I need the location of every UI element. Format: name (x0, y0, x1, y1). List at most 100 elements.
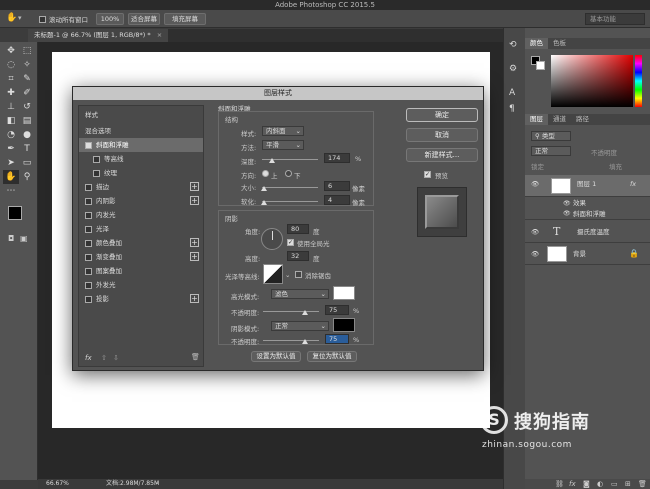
highlight-mode-select[interactable]: 滤色 ⌄ (271, 289, 329, 299)
angle-input[interactable]: 80 (287, 224, 309, 234)
new-layer-icon[interactable]: ⊞ (625, 479, 631, 489)
fx-menu-icon[interactable]: fx (85, 354, 92, 362)
tab-layers[interactable]: 图层 (525, 114, 548, 125)
quick-mask-icon[interactable]: ◘ (8, 234, 14, 243)
antialias-checkbox[interactable] (295, 271, 302, 278)
foreground-color-swatch[interactable] (8, 206, 22, 220)
fit-screen-button[interactable]: 适合屏幕 (128, 13, 160, 25)
style-item-checkbox[interactable] (93, 169, 100, 177)
layer-effect-bevel-row[interactable]: 👁 斜面和浮雕 (525, 208, 650, 220)
preview-checkbox[interactable]: ✓ (424, 171, 431, 178)
soften-input[interactable]: 4 (324, 195, 350, 205)
hand-tool-icon[interactable]: ✋ (3, 170, 19, 184)
path-select-icon[interactable]: ➤ (3, 156, 19, 170)
blend-options-item[interactable]: 混合选项 (79, 124, 203, 138)
layer-row-1[interactable]: 👁 图层 1 fx (525, 175, 650, 197)
style-item[interactable]: 等高线 (79, 152, 203, 166)
layer-row-text[interactable]: 👁 T 摄氏度温度 (525, 221, 650, 243)
bg-color-chip[interactable] (536, 61, 545, 70)
style-item[interactable]: 颜色叠加 + (79, 236, 203, 250)
tab-paths[interactable]: 路径 (571, 114, 594, 125)
history-brush-icon[interactable]: ↺ (19, 100, 35, 114)
status-arrow-icon[interactable]: › (156, 479, 158, 489)
shape-tool-icon[interactable]: ▭ (19, 156, 35, 170)
style-item-checkbox[interactable] (85, 197, 92, 205)
color-field[interactable] (551, 55, 633, 107)
visibility-eye-icon[interactable]: 👁 (563, 208, 571, 220)
layer-name[interactable]: 图层 1 (577, 177, 596, 191)
marquee-tool-icon[interactable]: ⬚ (19, 44, 35, 58)
highlight-opacity-knob[interactable] (302, 310, 308, 315)
delete-layer-icon[interactable]: 🗑 (638, 479, 647, 489)
character-panel-icon[interactable]: A (509, 88, 515, 98)
ok-button[interactable]: 确定 (406, 108, 478, 122)
bevel-style-select[interactable]: 内斜面 ⌄ (262, 126, 304, 136)
eraser-tool-icon[interactable]: ◧ (3, 114, 19, 128)
shadow-mode-select[interactable]: 正常 ⌄ (271, 321, 329, 331)
hue-slider[interactable] (635, 55, 642, 107)
crop-tool-icon[interactable]: ⌗ (3, 72, 19, 86)
style-item-checkbox[interactable] (93, 155, 100, 163)
style-item-checkbox[interactable] (85, 183, 92, 191)
highlight-opacity-input[interactable]: 75 (325, 305, 349, 315)
blend-mode-select[interactable]: 正常 (531, 146, 571, 156)
style-item-checkbox[interactable] (85, 281, 92, 289)
technique-select[interactable]: 平滑 ⌄ (262, 140, 304, 150)
highlight-color-swatch[interactable] (333, 286, 355, 300)
paragraph-panel-icon[interactable]: ¶ (509, 104, 515, 114)
style-item[interactable]: 渐变叠加 + (79, 250, 203, 264)
adjustment-layer-icon[interactable]: ◐ (597, 479, 603, 489)
altitude-input[interactable]: 32 (287, 251, 309, 261)
zoom-readout[interactable]: 66.67% (46, 479, 69, 489)
new-style-button[interactable]: 新建样式... (406, 148, 478, 162)
reset-default-button[interactable]: 复位为默认值 (307, 351, 357, 362)
close-icon[interactable]: × (157, 31, 162, 39)
add-effect-icon[interactable]: + (190, 294, 199, 303)
tab-color[interactable]: 颜色 (525, 38, 548, 49)
add-effect-icon[interactable]: + (190, 238, 199, 247)
pen-tool-icon[interactable]: ✒ (3, 142, 19, 156)
style-item-checkbox[interactable] (85, 253, 92, 261)
properties-panel-icon[interactable]: ⚙ (509, 64, 517, 74)
zoom-100-button[interactable]: 100% (96, 13, 124, 25)
document-tab[interactable]: 未标题-1 @ 66.7% (图层 1, RGB/8*) * × (28, 29, 169, 42)
direction-up-radio[interactable] (262, 170, 269, 177)
zoom-tool-icon[interactable]: ⚲ (19, 170, 35, 184)
layer-name[interactable]: 背景 (573, 243, 586, 265)
layer-kind-filter[interactable]: ⚲ 类型 (531, 131, 571, 141)
style-item-checkbox[interactable] (85, 295, 92, 303)
stamp-tool-icon[interactable]: ⊥ (3, 100, 19, 114)
type-tool-icon[interactable]: T (19, 142, 35, 156)
add-mask-icon[interactable]: ◙ (583, 479, 590, 489)
style-item[interactable]: 图案叠加 (79, 264, 203, 278)
fill-screen-button[interactable]: 填充屏幕 (164, 13, 206, 25)
styles-header[interactable]: 样式 (79, 108, 203, 122)
style-item[interactable]: 纹理 (79, 166, 203, 180)
link-layers-icon[interactable]: ⛓ (555, 479, 564, 489)
screen-mode-icon[interactable]: ▣ (20, 234, 28, 243)
layer-name[interactable]: 摄氏度温度 (577, 221, 610, 243)
blur-tool-icon[interactable]: ◔ (3, 128, 19, 142)
style-item-checkbox[interactable] (85, 211, 92, 219)
shadow-color-swatch[interactable] (333, 318, 355, 332)
shadow-opacity-track[interactable] (263, 340, 319, 341)
style-item[interactable]: 描边 + (79, 180, 203, 194)
style-item-checkbox[interactable] (85, 239, 92, 247)
move-up-icon[interactable]: ⇧ (101, 354, 107, 362)
dodge-tool-icon[interactable]: ● (19, 128, 35, 142)
soften-slider-track[interactable] (262, 201, 318, 202)
style-item-checkbox[interactable] (85, 267, 92, 275)
new-group-icon[interactable]: ▭ (611, 479, 618, 489)
style-item[interactable]: 斜面和浮雕 (79, 138, 203, 152)
fx-badge[interactable]: fx (630, 177, 636, 191)
visibility-eye-icon[interactable]: 👁 (531, 243, 539, 265)
add-effect-icon[interactable]: + (190, 182, 199, 191)
history-panel-icon[interactable]: ⟲ (509, 40, 517, 50)
add-effect-icon[interactable]: + (190, 252, 199, 261)
style-item[interactable]: 内发光 (79, 208, 203, 222)
direction-down-radio[interactable] (285, 170, 292, 177)
style-item-checkbox[interactable] (85, 141, 92, 149)
move-tool-icon[interactable]: ✥ (3, 44, 19, 58)
global-light-checkbox[interactable]: ✓ (287, 239, 294, 246)
scroll-all-checkbox[interactable] (39, 15, 46, 23)
